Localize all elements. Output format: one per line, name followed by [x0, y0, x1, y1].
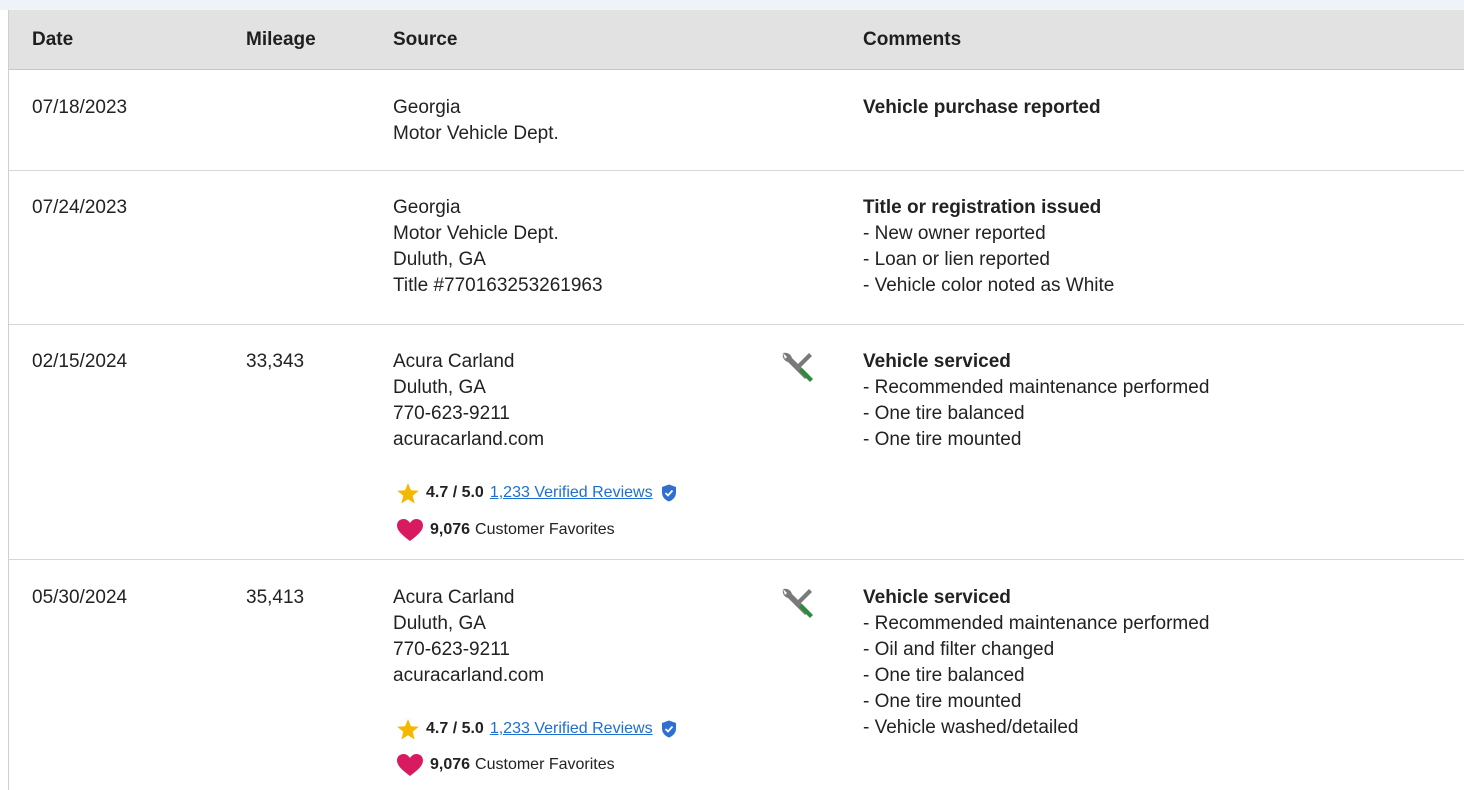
wrench-screwdriver-icon: [779, 583, 817, 629]
row-source: Acura Carland Duluth, GA 770-623-9211 ac…: [393, 585, 544, 689]
row-date: 02/15/2024: [32, 351, 128, 372]
comment-item: - One tire balanced: [863, 665, 1025, 686]
verified-reviews-link[interactable]: 1,233 Verified Reviews: [490, 716, 653, 742]
source-line: acuracarland.com: [393, 665, 545, 686]
comment-item: - Oil and filter changed: [863, 639, 1055, 660]
customer-favorites: 9,076 Customer Favorites: [396, 752, 615, 778]
table-row: 02/15/2024 33,343 Acura Carland Duluth, …: [9, 325, 1464, 560]
verified-shield-icon: [661, 484, 677, 502]
dealer-rating: 4.7 / 5.0 1,233 Verified Reviews: [396, 716, 677, 742]
source-line: 770-623-9211: [393, 639, 510, 660]
header-date: Date: [32, 29, 74, 50]
source-line: Duluth, GA: [393, 613, 486, 634]
source-line: Georgia: [393, 97, 461, 118]
comment-title: Vehicle serviced: [863, 351, 1011, 372]
row-source: Georgia Motor Vehicle Dept.: [393, 95, 559, 147]
verified-reviews-link[interactable]: 1,233 Verified Reviews: [490, 480, 653, 506]
row-date: 07/18/2023: [32, 97, 128, 118]
source-line: Georgia: [393, 197, 461, 218]
verified-shield-icon: [661, 720, 677, 738]
source-line: Duluth, GA: [393, 249, 486, 270]
favorites-count: 9,076: [430, 756, 471, 773]
row-date: 07/24/2023: [32, 197, 128, 218]
favorites-label: Customer Favorites: [475, 521, 615, 538]
favorites-count: 9,076: [430, 521, 471, 538]
header-source: Source: [393, 29, 458, 50]
header-comments: Comments: [863, 29, 962, 50]
star-icon: [396, 482, 420, 505]
top-strip: [0, 0, 1464, 10]
row-comments: Vehicle purchase reported: [863, 95, 1101, 121]
source-line: Motor Vehicle Dept.: [393, 123, 559, 144]
star-icon: [396, 718, 420, 741]
comment-item: - Recommended maintenance performed: [863, 613, 1210, 634]
source-line: Acura Carland: [393, 587, 515, 608]
row-date: 05/30/2024: [32, 587, 128, 608]
table-row: 07/18/2023 Georgia Motor Vehicle Dept. V…: [9, 70, 1464, 171]
comment-item: - Vehicle washed/detailed: [863, 717, 1079, 738]
comment-item: - Vehicle color noted as White: [863, 275, 1115, 296]
rating-score: 4.7 / 5.0: [426, 484, 484, 501]
row-source: Acura Carland Duluth, GA 770-623-9211 ac…: [393, 349, 544, 453]
source-line: Motor Vehicle Dept.: [393, 223, 559, 244]
history-table: Date Mileage Source Comments 07/18/2023 …: [8, 10, 1464, 790]
comment-item: - New owner reported: [863, 223, 1046, 244]
favorites-label: Customer Favorites: [475, 756, 615, 773]
row-comments: Vehicle serviced - Recommended maintenan…: [863, 349, 1209, 453]
comment-title: Vehicle serviced: [863, 587, 1011, 608]
dealer-rating: 4.7 / 5.0 1,233 Verified Reviews: [396, 480, 677, 506]
wrench-screwdriver-icon: [779, 347, 817, 393]
row-comments: Vehicle serviced - Recommended maintenan…: [863, 585, 1209, 741]
comment-title: Title or registration issued: [863, 197, 1102, 218]
source-line: 770-623-9211: [393, 403, 510, 424]
row-mileage: 33,343: [246, 351, 305, 372]
comment-item: - One tire mounted: [863, 691, 1022, 712]
heart-icon: [396, 518, 424, 542]
row-comments: Title or registration issued - New owner…: [863, 195, 1114, 299]
source-line: acuracarland.com: [393, 429, 545, 450]
rating-score: 4.7 / 5.0: [426, 720, 484, 737]
comment-item: - Loan or lien reported: [863, 249, 1050, 270]
header-mileage: Mileage: [246, 29, 316, 50]
row-mileage: 35,413: [246, 587, 305, 608]
table-header: Date Mileage Source Comments: [9, 10, 1464, 70]
row-source: Georgia Motor Vehicle Dept. Duluth, GA T…: [393, 195, 603, 299]
table-row: 07/24/2023 Georgia Motor Vehicle Dept. D…: [9, 171, 1464, 325]
comment-item: - One tire balanced: [863, 403, 1025, 424]
source-line: Duluth, GA: [393, 377, 486, 398]
customer-favorites: 9,076 Customer Favorites: [396, 517, 615, 543]
comment-item: - Recommended maintenance performed: [863, 377, 1210, 398]
table-row: 05/30/2024 35,413 Acura Carland Duluth, …: [9, 560, 1464, 790]
source-line: Title #770163253261963: [393, 275, 603, 296]
heart-icon: [396, 753, 424, 777]
comment-item: - One tire mounted: [863, 429, 1022, 450]
source-line: Acura Carland: [393, 351, 515, 372]
vehicle-history-page: Date Mileage Source Comments 07/18/2023 …: [0, 0, 1464, 790]
comment-title: Vehicle purchase reported: [863, 97, 1101, 118]
